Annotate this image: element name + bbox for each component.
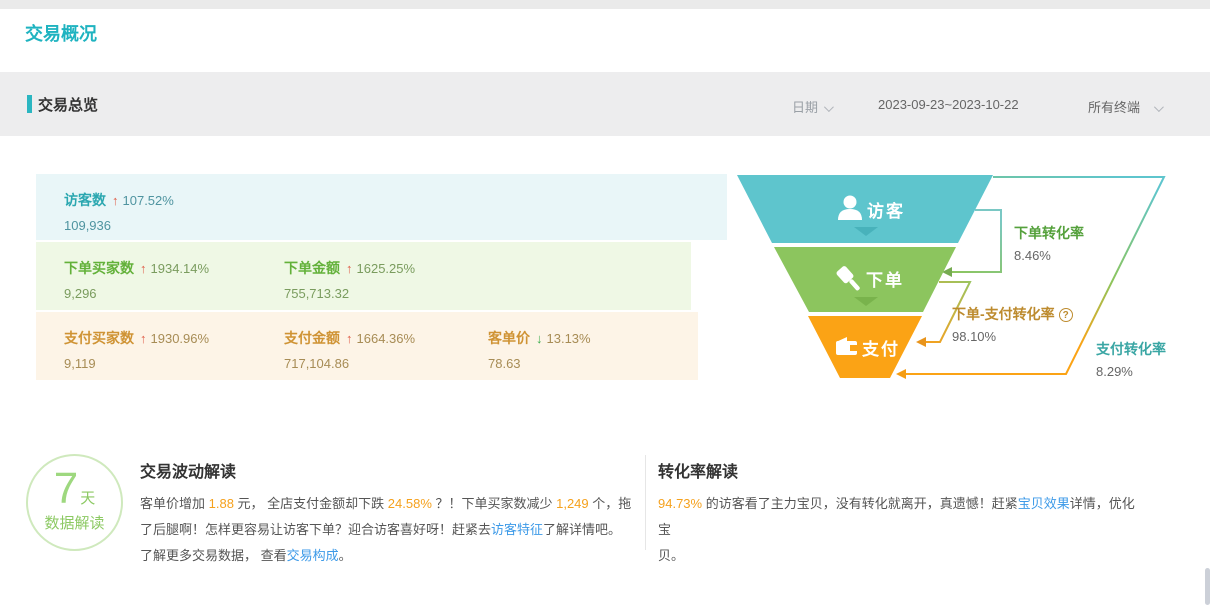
conversion-label-text: 下单-支付转化率 (952, 306, 1055, 322)
highlight-value: 1.88 (209, 496, 234, 511)
text: 元， 全店支付金额却下跌 (234, 496, 388, 511)
conversion-order-pay-rate: 下单-支付转化率? 98.10% (952, 304, 1073, 344)
conversion-label: 下单转化率 (1014, 223, 1084, 243)
section-bar: 交易总览 日期 2023-09-23~2023-10-22 所有终端 (0, 72, 1210, 136)
text: 个，拖 (589, 496, 632, 511)
metric-label: 访客数 (64, 192, 106, 208)
trend-up-icon: ↑ (112, 193, 119, 208)
metric-value: 717,104.86 (284, 356, 415, 371)
scrollbar[interactable] (1205, 568, 1210, 605)
metric-pay-amount[interactable]: 支付金额 ↑ 1664.36% 717,104.86 (284, 328, 415, 371)
metrics-row-pay: 支付买家数 ↑ 1930.96% 9,119 支付金额 ↑ 1664.36% 717,1… (36, 312, 698, 380)
metrics-row-visitor: 访客数 ↑ 107.52% 109,936 (36, 174, 727, 240)
section-title-accent (27, 95, 32, 113)
metric-value: 755,713.32 (284, 286, 415, 301)
metric-label: 下单买家数 (64, 260, 134, 276)
insight-badge-days: 7天 (28, 464, 121, 514)
highlight-value: 1,249 (556, 496, 589, 511)
metric-percent: 1930.96% (151, 331, 210, 346)
metric-percent: 1664.36% (357, 331, 416, 346)
trend-up-icon: ↑ (140, 261, 147, 276)
chevron-down-icon (824, 102, 834, 112)
chevron-down-icon (1154, 102, 1164, 112)
text: 贝。 (658, 548, 684, 563)
insight-paragraph: 94.73% 的访客看了主力宝贝，没有转化就离开，真遗憾！赶紧宝贝效果详情，优化… (658, 491, 1136, 569)
metric-order-buyers[interactable]: 下单买家数 ↑ 1934.14% 9,296 (64, 258, 209, 301)
text: 了后腿啊！怎样更容易让访客下单？迎合访客喜好呀！赶紧去 (140, 522, 491, 537)
metric-percent: 13.13% (547, 331, 591, 346)
metric-atv[interactable]: 客单价 ↓ 13.13% 78.63 (488, 328, 591, 371)
funnel-stage-label: 访客 (867, 201, 905, 221)
metric-value: 109,936 (64, 218, 174, 233)
insight-title: 交易波动解读 (140, 458, 632, 482)
metric-value: 78.63 (488, 356, 591, 371)
insight-paragraph: 了解更多交易数据， 查看交易构成。 (140, 543, 632, 569)
badge-caption: 数据解读 (28, 512, 121, 533)
metric-label: 下单金额 (284, 260, 340, 276)
terminal-select-text: 所有终端 (1088, 100, 1140, 115)
insight-conversion: 转化率解读 94.73% 的访客看了主力宝贝，没有转化就离开，真遗憾！赶紧宝贝效… (658, 458, 1136, 569)
highlight-value: 24.58% (388, 496, 432, 511)
conversion-label: 下单-支付转化率? (952, 304, 1073, 324)
item-effect-link[interactable]: 宝贝效果 (1018, 496, 1070, 511)
conversion-order-rate: 下单转化率 8.46% (1014, 223, 1084, 263)
metric-percent: 1625.25% (357, 261, 416, 276)
transaction-composition-link[interactable]: 交易构成 (287, 548, 339, 563)
metric-order-amount[interactable]: 下单金额 ↑ 1625.25% 755,713.32 (284, 258, 415, 301)
text: 的访客看了主力宝贝，没有转化就离开，真遗憾！赶紧 (702, 496, 1018, 511)
metric-label: 客单价 (488, 330, 530, 346)
badge-unit: 天 (80, 490, 95, 507)
vertical-divider (645, 455, 646, 550)
insight-paragraph: 客单价增加 1.88 元， 全店支付金额却下跌 24.58% ？！下单买家数减少… (140, 491, 632, 543)
conversion-value: 8.46% (1014, 248, 1084, 263)
metric-value: 9,296 (64, 286, 209, 301)
text: 了解详情吧。 (543, 522, 621, 537)
metric-pay-buyers[interactable]: 支付买家数 ↑ 1930.96% 9,119 (64, 328, 209, 371)
metric-percent: 107.52% (123, 193, 174, 208)
text: 客单价增加 (140, 496, 209, 511)
date-filter-text: 日期 (792, 100, 818, 115)
insight-transaction: 交易波动解读 客单价增加 1.88 元， 全店支付金额却下跌 24.58% ？！… (140, 458, 632, 569)
date-range-value[interactable]: 2023-09-23~2023-10-22 (878, 97, 1019, 112)
metric-label: 支付金额 (284, 330, 340, 346)
text: 了解更多交易数据， 查看 (140, 548, 287, 563)
insight-title: 转化率解读 (658, 458, 1136, 482)
trend-up-icon: ↑ (346, 331, 353, 346)
conversion-pay-rate: 支付转化率 8.29% (1096, 339, 1166, 379)
conversion-value: 8.29% (1096, 364, 1166, 379)
window-top-strip (0, 0, 1210, 9)
badge-number: 7 (54, 464, 78, 513)
metric-label: 支付买家数 (64, 330, 134, 346)
funnel-stage-label: 下单 (866, 270, 904, 290)
trend-up-icon: ↑ (140, 331, 147, 346)
metric-visitors[interactable]: 访客数 ↑ 107.52% 109,936 (64, 190, 174, 233)
visitor-profile-link[interactable]: 访客特征 (491, 522, 543, 537)
section-title: 交易总览 (38, 94, 98, 115)
page-title: 交易概况 (25, 20, 97, 46)
arrow-left-icon (916, 337, 926, 347)
text: ？！下单买家数减少 (432, 496, 556, 511)
trend-down-icon: ↓ (536, 331, 543, 346)
insight-badge: 7天 数据解读 (26, 454, 123, 551)
metric-percent: 1934.14% (151, 261, 210, 276)
help-icon[interactable]: ? (1059, 308, 1073, 322)
funnel-stage-label: 支付 (862, 339, 900, 359)
arrow-left-icon (896, 369, 906, 379)
text: 。 (339, 548, 352, 563)
metric-value: 9,119 (64, 356, 209, 371)
metrics-row-order: 下单买家数 ↑ 1934.14% 9,296 下单金额 ↑ 1625.25% 755,7… (36, 242, 691, 310)
terminal-select[interactable]: 所有终端 (1088, 97, 1161, 116)
conversion-label: 支付转化率 (1096, 339, 1166, 359)
date-filter-label[interactable]: 日期 (792, 97, 831, 116)
trend-up-icon: ↑ (346, 261, 353, 276)
conversion-value: 98.10% (952, 329, 1073, 344)
highlight-value: 94.73% (658, 496, 702, 511)
